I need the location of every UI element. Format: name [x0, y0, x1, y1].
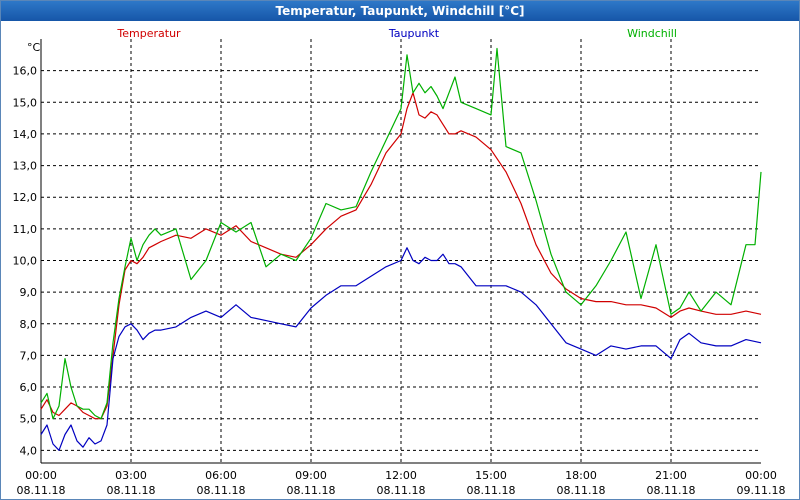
y-tick-label: 12,0: [13, 191, 38, 204]
x-tick-time: 06:00: [205, 469, 237, 482]
x-tick-date: 08.11.18: [17, 484, 66, 497]
y-tick-label: 14,0: [13, 128, 38, 141]
chart-window: Temperatur, Taupunkt, Windchill [°C] 4,0…: [0, 0, 800, 500]
x-tick-time: 12:00: [385, 469, 417, 482]
legend-temperatur: Temperatur: [116, 27, 181, 40]
legend-taupunkt: Taupunkt: [388, 27, 440, 40]
y-tick-label: 8,0: [20, 318, 38, 331]
x-tick-time: 18:00: [565, 469, 597, 482]
legend: Temperatur Taupunkt Windchill: [116, 27, 677, 40]
y-axis-label: °C: [27, 41, 41, 54]
y-tick-label: 15,0: [13, 96, 38, 109]
y-tick-label: 13,0: [13, 160, 38, 173]
x-tick-date: 08.11.18: [107, 484, 156, 497]
x-tick-date: 08.11.18: [557, 484, 606, 497]
x-tick-date: 08.11.18: [197, 484, 246, 497]
y-tick-label: 9,0: [20, 286, 38, 299]
y-tick-label: 11,0: [13, 223, 38, 236]
x-tick-date: 09.11.18: [737, 484, 786, 497]
y-tick-label: 4,0: [20, 444, 38, 457]
y-tick-label: 6,0: [20, 381, 38, 394]
x-tick-time: 00:00: [25, 469, 57, 482]
y-tick-labels: 4,0 5,0 6,0 7,0 8,0 9,0 10,0 11,0 12,0 13,0 14,0 15…: [13, 65, 38, 458]
y-tick-label: 16,0: [13, 65, 38, 78]
x-tick-time: 09:00: [295, 469, 327, 482]
y-tick-label: 5,0: [20, 413, 38, 426]
line-chart: 4,0 5,0 6,0 7,0 8,0 9,0 10,0 11,0 12,0 13,0 14,0 15…: [13, 27, 786, 497]
legend-windchill: Windchill: [627, 27, 677, 40]
x-tick-labels: 00:00 08.11.18 03:00 08.11.18 06:00 08.11.18 0…: [17, 469, 786, 497]
y-tick-label: 10,0: [13, 254, 38, 267]
x-tick-date: 08.11.18: [287, 484, 336, 497]
x-tick-date: 08.11.18: [377, 484, 426, 497]
x-tick-date: 08.11.18: [647, 484, 696, 497]
x-tick-date: 08.11.18: [467, 484, 516, 497]
x-tick-time: 00:00: [745, 469, 777, 482]
x-tick-time: 15:00: [475, 469, 507, 482]
grid-lines: [41, 39, 761, 463]
x-tick-time: 03:00: [115, 469, 147, 482]
x-tick-time: 21:00: [655, 469, 687, 482]
y-tick-label: 7,0: [20, 349, 38, 362]
